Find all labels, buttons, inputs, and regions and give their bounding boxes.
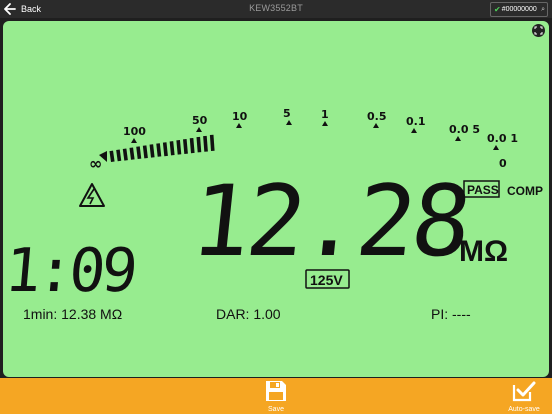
bar-segment [162,142,168,157]
pass-label: PASS [467,183,499,197]
lcd-display: ∞ 100 50 10 5 1 0.5 0.1 0.0 5 0.0 1 0 12… [3,21,549,377]
bar-segment [116,149,122,162]
bar-segment [149,144,155,158]
bottom-toolbar: Save Auto-save [0,378,552,414]
comp-label: COMP [507,184,543,198]
bar-segment [142,145,148,159]
scale-label-0-1: 0.1 [406,115,426,128]
bar-segment [176,140,182,155]
bar-segment [209,134,215,151]
high-voltage-warning-icon [79,183,105,207]
scale-label-100: 100 [123,125,146,138]
top-bar: Back KEW3552BT ✔ #00000000 ⌕ [0,0,552,18]
scale-label-0-01: 0.0 1 [487,132,518,145]
pi-reading: PI: ---- [431,306,471,322]
scale-label-50: 50 [192,114,208,127]
infinity-symbol: ∞ [89,154,102,173]
check-icon: ✔ [494,5,501,14]
timer-reading: 1:09 [3,236,137,306]
bar-scale [99,134,215,163]
main-reading: 12.28 [186,165,473,279]
scale-label-0-5: 0.5 [367,110,387,123]
one-minute-reading: 1min: 12.38 MΩ [23,306,123,322]
save-label: Save [268,406,284,413]
bar-segment [156,143,162,157]
auto-save-label: Auto-save [508,406,540,413]
scale-label-0: 0 [499,157,507,170]
scale-label-5: 5 [283,107,291,120]
search-icon: ⌕ [541,5,545,13]
bar-segment [196,136,202,153]
voltage-label: 125V [310,272,343,288]
bar-segment [109,150,115,163]
save-button[interactable]: Save [258,380,294,413]
bar-segment [136,146,142,160]
bar-segment [189,137,195,154]
bar-segment [122,148,128,161]
lcd-graphics: ∞ 100 50 10 5 1 0.5 0.1 0.0 5 0.0 1 0 12… [3,107,543,306]
scale-label-10: 10 [232,110,248,123]
id-selector[interactable]: ✔ #00000000 ⌕ [490,2,548,17]
bar-segment [183,139,188,154]
scale-label-1: 1 [321,108,329,121]
auto-save-check-icon [512,381,536,402]
scale-label-0-05: 0.0 5 [449,123,480,136]
bar-segment [169,141,175,156]
bar-segment [203,135,208,152]
id-value: #00000000 [501,6,537,13]
device-title: KEW3552BT [249,3,303,13]
dar-reading: DAR: 1.00 [216,306,281,322]
auto-save-button[interactable]: Auto-save [500,380,548,413]
reading-unit: MΩ [459,235,508,268]
bar-segment [129,147,135,160]
save-icon [266,381,286,401]
